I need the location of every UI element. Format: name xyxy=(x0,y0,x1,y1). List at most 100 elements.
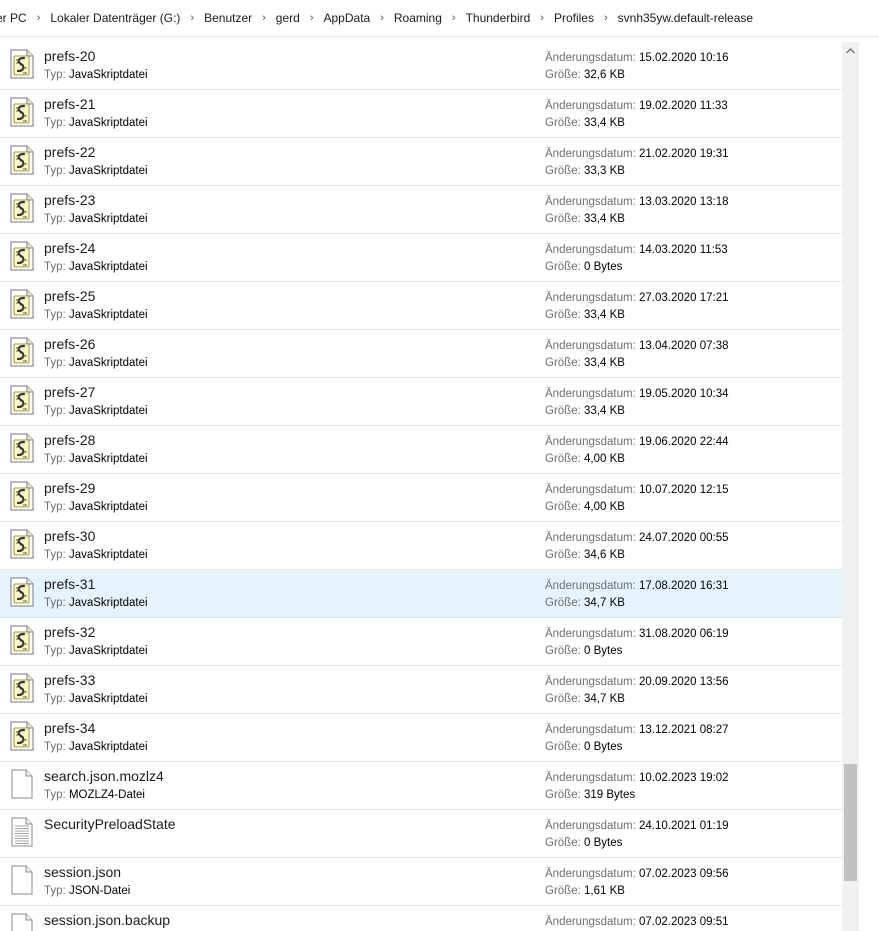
modified-date: Änderungsdatum: 07.02.2023 09:51 xyxy=(545,916,729,928)
file-size: Größe: 0 Bytes xyxy=(545,741,622,753)
file-size: Größe: 0 Bytes xyxy=(545,837,622,849)
date-label: Änderungsdatum: xyxy=(545,916,636,928)
file-row[interactable]: session.json Typ: JSON-Datei Änderungsdatu… xyxy=(0,858,842,906)
scroll-up-button[interactable] xyxy=(842,42,859,59)
chevron-right-icon[interactable]: › xyxy=(534,12,550,24)
type-label: Typ: xyxy=(44,405,66,417)
file-type-value: JavaSkriptdatei xyxy=(68,453,148,465)
modified-date: Änderungsdatum: 20.09.2020 13:56 xyxy=(545,676,729,688)
breadcrumb-item[interactable]: AppData xyxy=(320,11,375,25)
file-size: Größe: 33,4 KB xyxy=(545,405,625,417)
chevron-right-icon[interactable]: › xyxy=(374,12,390,24)
file-size-value: 34,6 KB xyxy=(584,549,625,561)
modified-date: Änderungsdatum: 21.02.2020 19:31 xyxy=(545,148,729,160)
file-row[interactable]: prefs-29 Typ: JavaSkriptdatei Änderungsdat… xyxy=(0,474,842,522)
modified-date-value: 07.02.2023 09:56 xyxy=(639,868,729,880)
file-row[interactable]: prefs-20 Typ: JavaSkriptdatei Änderungsdat… xyxy=(0,42,842,90)
file-size-value: 34,7 KB xyxy=(584,693,625,705)
modified-date: Änderungsdatum: 17.08.2020 16:31 xyxy=(545,580,729,592)
modified-date: Änderungsdatum: 24.10.2021 01:19 xyxy=(545,820,729,832)
size-label: Größe: xyxy=(545,165,581,177)
file-name: prefs-32 xyxy=(44,624,96,640)
size-label: Größe: xyxy=(545,261,581,273)
file-row[interactable]: prefs-23 Typ: JavaSkriptdatei Änderungsdat… xyxy=(0,186,842,234)
file-row[interactable]: prefs-30 Typ: JavaSkriptdatei Änderungsdat… xyxy=(0,522,842,570)
file-row[interactable]: prefs-34 Typ: JavaSkriptdatei Änderungsdat… xyxy=(0,714,842,762)
vertical-scrollbar[interactable] xyxy=(842,42,859,931)
date-label: Änderungsdatum: xyxy=(545,388,636,400)
breadcrumb-item[interactable]: gerd xyxy=(272,11,304,25)
file-size-value: 33,4 KB xyxy=(584,405,625,417)
breadcrumb-item[interactable]: Benutzer xyxy=(200,11,256,25)
breadcrumb-item[interactable]: Lokaler Datenträger (G:) xyxy=(46,11,184,25)
chevron-right-icon[interactable]: › xyxy=(256,12,272,24)
chevron-right-icon[interactable]: › xyxy=(31,12,47,24)
modified-date-value: 19.02.2020 11:33 xyxy=(639,100,728,112)
modified-date: Änderungsdatum: 14.03.2020 11:53 xyxy=(545,244,728,256)
file-size-value: 1,61 KB xyxy=(584,885,625,897)
breadcrumb-item[interactable]: er PC xyxy=(0,11,31,25)
breadcrumb: er PC›Lokaler Datenträger (G:)›Benutzer›… xyxy=(0,0,879,37)
chevron-up-icon xyxy=(846,47,855,53)
file-row[interactable]: prefs-26 Typ: JavaSkriptdatei Änderungsdat… xyxy=(0,330,842,378)
modified-date-value: 10.02.2023 19:02 xyxy=(639,772,729,784)
size-label: Größe: xyxy=(545,741,581,753)
size-label: Größe: xyxy=(545,549,581,561)
size-label: Größe: xyxy=(545,357,581,369)
modified-date: Änderungsdatum: 10.07.2020 12:15 xyxy=(545,484,729,496)
file-type-value: JavaSkriptdatei xyxy=(68,309,148,321)
type-label: Typ: xyxy=(44,453,66,465)
file-row[interactable]: session.json.backup Änderungsdatum: 07.02… xyxy=(0,906,842,931)
file-row[interactable]: prefs-28 Typ: JavaSkriptdatei Änderungsdat… xyxy=(0,426,842,474)
file-row[interactable]: SecurityPreloadState Änderungsdatum: 24.1… xyxy=(0,810,842,858)
file-type: Typ: JavaSkriptdatei xyxy=(44,213,148,225)
file-name: prefs-34 xyxy=(44,720,96,736)
modified-date: Änderungsdatum: 13.04.2020 07:38 xyxy=(545,340,729,352)
file-size-value: 0 Bytes xyxy=(584,837,623,849)
chevron-right-icon[interactable]: › xyxy=(184,12,200,24)
modified-date-value: 07.02.2023 09:51 xyxy=(639,916,729,928)
file-name: prefs-26 xyxy=(44,336,96,352)
file-size-value: 33,4 KB xyxy=(584,357,625,369)
date-label: Änderungsdatum: xyxy=(545,484,636,496)
file-type-value: JavaSkriptdatei xyxy=(68,165,148,177)
breadcrumb-item[interactable]: Thunderbird xyxy=(462,11,535,25)
file-row[interactable]: prefs-22 Typ: JavaSkriptdatei Änderungsdat… xyxy=(0,138,842,186)
breadcrumb-item[interactable]: Profiles xyxy=(550,11,598,25)
file-size: Größe: 33,4 KB xyxy=(545,309,625,321)
file-size-value: 4,00 KB xyxy=(584,453,625,465)
file-type-value: JavaSkriptdatei xyxy=(68,741,148,753)
file-row[interactable]: prefs-21 Typ: JavaSkriptdatei Änderungsdat… xyxy=(0,90,842,138)
size-label: Größe: xyxy=(545,789,581,801)
file-name: prefs-28 xyxy=(44,432,96,448)
file-row[interactable]: prefs-31 Typ: JavaSkriptdatei Änderungsdat… xyxy=(0,570,842,618)
file-row[interactable]: prefs-25 Typ: JavaSkriptdatei Änderungsdat… xyxy=(0,282,842,330)
file-row[interactable]: prefs-33 Typ: JavaSkriptdatei Änderungsdat… xyxy=(0,666,842,714)
file-size: Größe: 1,61 KB xyxy=(545,885,625,897)
blank-file-icon xyxy=(7,863,37,897)
script-file-icon xyxy=(7,623,37,657)
file-size: Größe: 0 Bytes xyxy=(545,261,622,273)
file-row[interactable]: prefs-27 Typ: JavaSkriptdatei Änderungsdat… xyxy=(0,378,842,426)
file-name: session.json xyxy=(44,864,122,880)
file-row[interactable]: prefs-24 Typ: JavaSkriptdatei Änderungsdat… xyxy=(0,234,842,282)
blank-file-icon xyxy=(7,767,37,801)
chevron-right-icon[interactable]: › xyxy=(598,12,614,24)
breadcrumb-item[interactable]: Roaming xyxy=(390,11,446,25)
modified-date-value: 27.03.2020 17:21 xyxy=(639,292,729,304)
chevron-right-icon[interactable]: › xyxy=(446,12,462,24)
modified-date-value: 13.03.2020 13:18 xyxy=(639,196,729,208)
size-label: Größe: xyxy=(545,213,581,225)
file-size: Größe: 33,4 KB xyxy=(545,357,625,369)
file-size: Größe: 4,00 KB xyxy=(545,501,625,513)
chevron-right-icon[interactable]: › xyxy=(304,12,320,24)
type-label: Typ: xyxy=(44,165,66,177)
script-file-icon xyxy=(7,383,37,417)
file-row[interactable]: search.json.mozlz4 Typ: MOZLZ4-Datei Änder… xyxy=(0,762,842,810)
modified-date: Änderungsdatum: 19.05.2020 10:34 xyxy=(545,388,729,400)
scrollbar-thumb[interactable] xyxy=(844,764,857,881)
breadcrumb-item[interactable]: svnh35yw.default-release xyxy=(614,11,757,25)
modified-date-value: 15.02.2020 10:16 xyxy=(639,52,729,64)
file-row[interactable]: prefs-32 Typ: JavaSkriptdatei Änderungsdat… xyxy=(0,618,842,666)
modified-date-value: 31.08.2020 06:19 xyxy=(639,628,729,640)
